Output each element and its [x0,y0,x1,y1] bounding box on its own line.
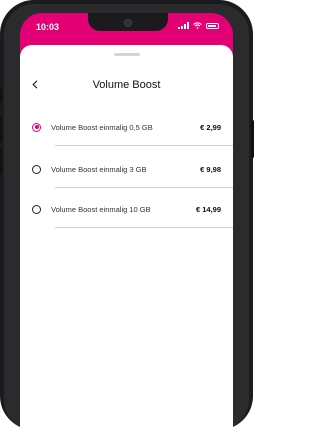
radio-unselected[interactable] [32,164,41,174]
option-volume-3gb[interactable]: Volume Boost einmalig 3 GB € 9,98 [32,151,233,187]
phone-frame: 10:03 Volume Boost Volume Boost einmalig… [0,0,254,433]
signal-icon [178,22,189,29]
option-label: Volume Boost einmalig 3 GB [51,164,147,174]
option-price: € 9,98 [200,164,221,174]
wifi-icon [193,22,202,29]
option-volume-10gb[interactable]: Volume Boost einmalig 10 GB € 14,99 [32,191,233,227]
status-icons [178,22,219,29]
sheet-grabber[interactable] [114,53,140,56]
radio-selected[interactable] [32,122,41,132]
notch [88,13,168,31]
volume-down-button [0,148,2,174]
mute-switch [0,88,2,102]
option-label: Volume Boost einmalig 0,5 GB [51,122,153,132]
status-time: 10:03 [36,22,60,32]
option-price: € 14,99 [195,204,221,214]
volume-up-button [0,116,2,142]
camera-icon [124,19,132,27]
radio-unselected[interactable] [32,204,41,214]
page-title: Volume Boost [92,79,161,91]
divider [55,145,233,146]
bottom-sheet: Volume Boost Volume Boost einmalig 0,5 G… [20,45,233,433]
screen: 10:03 Volume Boost Volume Boost einmalig… [20,13,233,433]
power-button [251,120,254,158]
divider [55,227,233,228]
option-price: € 2,99 [200,122,221,132]
divider [55,187,233,188]
option-volume-0-5gb[interactable]: Volume Boost einmalig 0,5 GB € 2,99 [32,109,233,145]
option-label: Volume Boost einmalig 10 GB [51,204,151,214]
battery-icon [206,22,219,29]
